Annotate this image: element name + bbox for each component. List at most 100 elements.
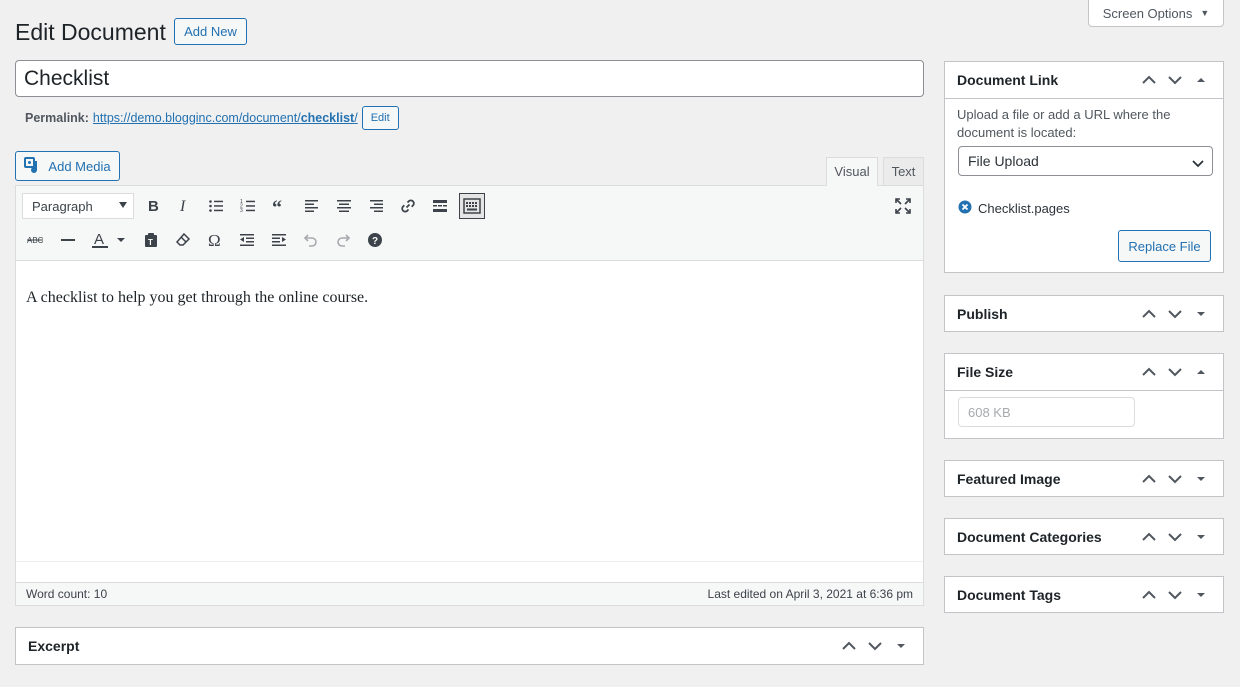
format-select[interactable]: Paragraph [22,193,134,219]
permalink-edit-button[interactable]: Edit [361,106,399,130]
move-up-icon[interactable] [1139,469,1159,489]
excerpt-header[interactable]: Excerpt [16,628,923,664]
move-down-icon[interactable] [1165,527,1185,547]
add-new-button[interactable]: Add New [174,18,247,45]
text-color-icon[interactable]: A [87,227,113,253]
document-link-box: Document Link Upload a file or add a URL… [944,61,1224,273]
editor-statusbar: Word count: 10 Last edited on April 3, 2… [16,582,923,605]
permalink-link[interactable]: https://demo.blogginc.com/document/check… [93,111,358,125]
publish-header[interactable]: Publish [945,296,1223,332]
document-link-header[interactable]: Document Link [945,62,1223,99]
help-icon[interactable]: ? [362,227,388,253]
toggle-panel-icon[interactable] [1191,469,1211,489]
move-down-icon[interactable] [1165,585,1185,605]
toggle-panel-icon[interactable] [1191,70,1211,90]
redo-icon[interactable] [330,227,356,253]
numbered-list-icon[interactable]: 123 [235,193,261,219]
screen-options-button[interactable]: Screen Options ▼ [1088,0,1224,27]
move-up-icon[interactable] [1139,527,1159,547]
move-down-icon[interactable] [1165,469,1185,489]
read-more-icon[interactable] [427,193,453,219]
italic-icon[interactable]: I [171,193,197,219]
horizontal-line-icon[interactable] [55,227,81,253]
excerpt-box: Excerpt [15,627,924,665]
add-media-button[interactable]: Add Media [15,151,120,181]
document-source-select[interactable]: File Upload [958,146,1213,176]
document-source-value: File Upload [968,153,1039,169]
file-size-input[interactable]: 608 KB [958,397,1135,427]
word-count: Word count: 10 [26,587,108,601]
toggle-panel-icon[interactable] [1191,527,1211,547]
indent-icon[interactable] [266,227,292,253]
permalink-slug: checklist [300,111,355,125]
align-center-icon[interactable] [331,193,357,219]
file-size-header[interactable]: File Size [945,354,1223,391]
outdent-icon[interactable] [234,227,260,253]
special-character-icon[interactable]: Ω [202,227,228,253]
attached-file: Checklist.pages [958,200,1070,217]
toggle-panel-icon[interactable] [1191,362,1211,382]
format-select-value: Paragraph [32,198,93,214]
undo-icon[interactable] [298,227,324,253]
align-left-icon[interactable] [299,193,325,219]
svg-text:T: T [148,238,153,247]
toggle-panel-icon[interactable] [1191,304,1211,324]
move-down-icon[interactable] [1165,304,1185,324]
box-tools [1139,469,1211,489]
media-icon [24,156,42,177]
tab-visual[interactable]: Visual [826,157,878,186]
move-up-icon[interactable] [839,636,859,656]
move-up-icon[interactable] [1139,585,1159,605]
move-down-icon[interactable] [1165,362,1185,382]
replace-file-button[interactable]: Replace File [1118,230,1211,262]
permalink-base: https://demo.blogginc.com/document/ [92,111,301,125]
add-media-label: Add Media [48,158,111,174]
toolbar-toggle-icon[interactable] [459,193,485,219]
link-icon[interactable] [395,193,421,219]
publish-box: Publish [944,295,1224,332]
paste-text-icon[interactable]: T [138,227,164,253]
bullet-list-icon[interactable] [203,193,229,219]
svg-text:?: ? [372,236,378,247]
publish-title: Publish [957,306,1008,322]
svg-text:Ω: Ω [208,232,221,248]
svg-text:3: 3 [240,208,243,214]
tab-text[interactable]: Text [883,157,924,186]
document-link-description: Upload a file or add a URL where the doc… [957,107,1171,140]
svg-text:B: B [148,198,159,214]
svg-text:I: I [179,198,186,214]
clear-formatting-icon[interactable] [170,227,196,253]
page-title: Edit Document [15,19,166,45]
move-up-icon[interactable] [1139,70,1159,90]
document-link-title: Document Link [957,72,1059,88]
last-edited: Last edited on April 3, 2021 at 6:36 pm [707,587,913,601]
bold-icon[interactable]: B [140,193,166,219]
screen-options-label: Screen Options [1102,5,1193,21]
svg-text:A: A [94,231,104,248]
permalink-label: Permalink: [25,111,89,125]
file-size-box: File Size 608 KB [944,353,1224,439]
editor-resize-area [16,561,923,582]
featured-image-title: Featured Image [957,471,1061,487]
permalink-end: / [354,111,358,125]
document-tags-title: Document Tags [957,587,1061,603]
strikethrough-icon[interactable]: ABC [23,227,49,253]
editor-content[interactable]: A checklist to help you get through the … [26,289,368,307]
move-down-icon[interactable] [865,636,885,656]
file-size-title: File Size [957,364,1014,380]
move-up-icon[interactable] [1139,304,1159,324]
featured-image-header[interactable]: Featured Image [945,461,1223,497]
toggle-panel-icon[interactable] [1191,585,1211,605]
move-down-icon[interactable] [1165,70,1185,90]
title-input[interactable]: Checklist [15,60,924,97]
remove-file-icon[interactable] [958,200,972,217]
move-up-icon[interactable] [1139,362,1159,382]
text-color-dropdown[interactable] [112,227,130,253]
align-right-icon[interactable] [363,193,389,219]
svg-text:“: “ [272,198,282,214]
fullscreen-icon[interactable] [890,193,916,219]
document-tags-header[interactable]: Document Tags [945,577,1223,613]
toggle-panel-icon[interactable] [891,636,911,656]
document-categories-header[interactable]: Document Categories [945,519,1223,555]
blockquote-icon[interactable]: “ [267,193,293,219]
